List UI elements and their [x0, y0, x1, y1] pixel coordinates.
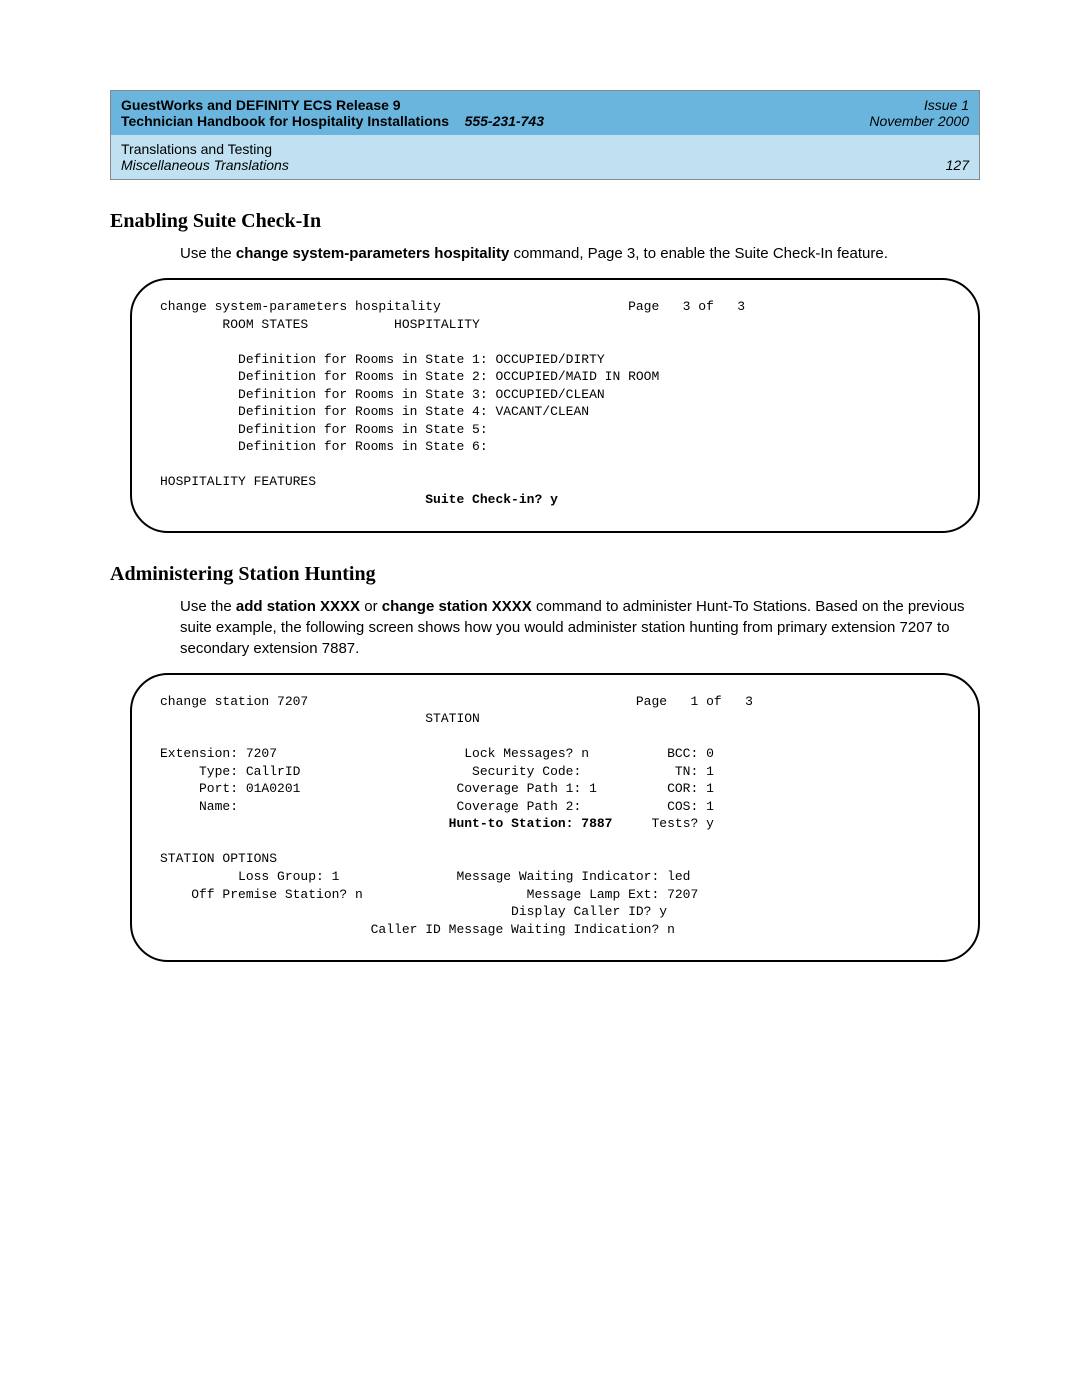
terminal-line: Tests? y	[612, 816, 713, 831]
doc-number: 555-231-743	[465, 113, 544, 129]
section-heading-suite-checkin: Enabling Suite Check-In	[110, 210, 980, 233]
page-number: 127	[946, 157, 969, 173]
document-page: GuestWorks and DEFINITY ECS Release 9 Te…	[0, 0, 1080, 1032]
command-text: add station XXXX	[236, 598, 360, 615]
terminal-line: change station 7207 Page 1 of 3	[160, 694, 753, 709]
para-text: or	[360, 598, 382, 615]
terminal-line-bold: Hunt-to Station: 7887	[449, 816, 613, 831]
doc-title-line2: Technician Handbook for Hospitality Inst…	[121, 113, 544, 129]
para-text: Use the	[180, 245, 236, 262]
terminal-line: Loss Group: 1 Message Waiting Indicator:…	[160, 869, 691, 884]
terminal-line: Definition for Rooms in State 1: OCCUPIE…	[160, 352, 605, 367]
terminal-line: ROOM STATES HOSPITALITY	[160, 317, 480, 332]
terminal-line: Type: CallrID Security Code: TN: 1	[160, 764, 714, 779]
header-left: GuestWorks and DEFINITY ECS Release 9 Te…	[121, 97, 544, 129]
chapter-name: Translations and Testing	[121, 141, 289, 157]
terminal-line-bold: Suite Check-in? y	[160, 492, 558, 507]
terminal-screen-station: change station 7207 Page 1 of 3 STATION …	[130, 673, 980, 963]
terminal-line: HOSPITALITY FEATURES	[160, 474, 316, 489]
terminal-line: Display Caller ID? y	[160, 904, 667, 919]
doc-subtitle: Technician Handbook for Hospitality Inst…	[121, 113, 449, 129]
terminal-line: Definition for Rooms in State 6:	[160, 439, 488, 454]
terminal-line: Definition for Rooms in State 3: OCCUPIE…	[160, 387, 605, 402]
terminal-screen-hospitality: change system-parameters hospitality Pag…	[130, 278, 980, 533]
terminal-line: STATION OPTIONS	[160, 851, 277, 866]
terminal-line: Definition for Rooms in State 2: OCCUPIE…	[160, 369, 659, 384]
page-header: GuestWorks and DEFINITY ECS Release 9 Te…	[110, 90, 980, 180]
terminal-line	[160, 816, 449, 831]
header-right: Issue 1 November 2000	[869, 97, 969, 129]
terminal-line: Caller ID Message Waiting Indication? n	[160, 922, 675, 937]
terminal-line: Name: Coverage Path 2: COS: 1	[160, 799, 714, 814]
doc-title-line1: GuestWorks and DEFINITY ECS Release 9	[121, 97, 544, 113]
terminal-line: Off Premise Station? n Message Lamp Ext:…	[160, 887, 698, 902]
doc-issue: Issue 1	[869, 97, 969, 113]
station-hunting-paragraph: Use the add station XXXX or change stati…	[180, 596, 980, 659]
para-text: Use the	[180, 598, 236, 615]
header-dark-band: GuestWorks and DEFINITY ECS Release 9 Te…	[111, 91, 979, 135]
terminal-line: Definition for Rooms in State 4: VACANT/…	[160, 404, 589, 419]
terminal-line: Extension: 7207 Lock Messages? n BCC: 0	[160, 746, 714, 761]
terminal-line: STATION	[160, 711, 480, 726]
terminal-line: Port: 01A0201 Coverage Path 1: 1 COR: 1	[160, 781, 714, 796]
section-heading-station-hunting: Administering Station Hunting	[110, 563, 980, 586]
suite-checkin-paragraph: Use the change system-parameters hospita…	[180, 243, 980, 264]
doc-date: November 2000	[869, 113, 969, 129]
section-name: Miscellaneous Translations	[121, 157, 289, 173]
para-text: command, Page 3, to enable the Suite Che…	[509, 245, 888, 262]
command-text: change station XXXX	[382, 598, 532, 615]
terminal-line: change system-parameters hospitality Pag…	[160, 299, 745, 314]
terminal-line: Definition for Rooms in State 5:	[160, 422, 488, 437]
header-light-band: Translations and Testing Miscellaneous T…	[111, 135, 979, 179]
command-text: change system-parameters hospitality	[236, 245, 509, 262]
header-breadcrumb: Translations and Testing Miscellaneous T…	[121, 141, 289, 173]
